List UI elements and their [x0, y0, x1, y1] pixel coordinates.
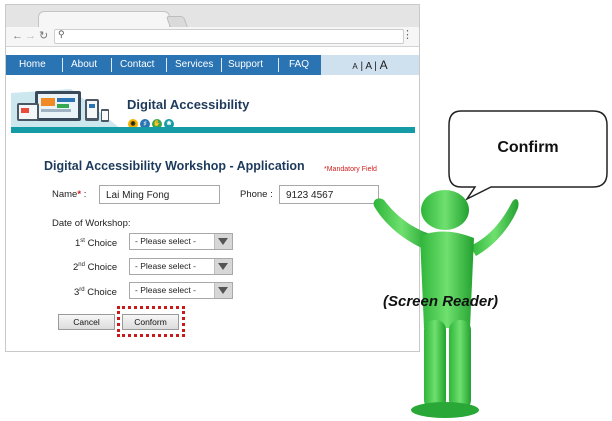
second-choice-value: - Please select - — [135, 261, 196, 271]
nav-faq[interactable]: FAQ — [289, 55, 309, 75]
phone-label: Phone : — [240, 189, 273, 200]
first-choice-value: - Please select - — [135, 236, 196, 246]
name-colon: : — [83, 189, 87, 200]
forward-arrow-icon[interactable]: → — [25, 29, 36, 43]
nav-divider — [166, 58, 167, 72]
site-header: Digital Accessibility ◉ ♯ ✋ ❀ — [11, 85, 415, 137]
nav-home[interactable]: Home — [19, 55, 46, 75]
font-size-small[interactable]: A — [352, 62, 357, 71]
cancel-button[interactable]: Cancel — [58, 314, 115, 330]
browser-tab[interactable] — [38, 11, 170, 28]
choice-ordinal: nd — [78, 262, 85, 268]
name-label-text: Name — [52, 189, 78, 200]
kebab-menu-icon[interactable]: ⋮ — [402, 28, 413, 41]
second-choice-select[interactable]: - Please select - — [129, 258, 233, 275]
font-size-medium[interactable]: A — [365, 61, 371, 72]
search-icon: ⚲ — [58, 29, 65, 39]
name-label: Name* : — [52, 189, 86, 200]
first-choice-select[interactable]: - Please select - — [129, 233, 233, 250]
nav-divider — [278, 58, 279, 72]
header-band — [11, 127, 415, 133]
name-field[interactable]: Lai Ming Fong — [99, 185, 220, 204]
third-choice-select[interactable]: - Please select - — [129, 282, 233, 299]
second-choice-label: 2nd Choice — [73, 262, 117, 273]
nav-divider — [221, 58, 222, 72]
date-of-workshop-label: Date of Workshop: — [52, 218, 131, 229]
choice-word: Choice — [84, 262, 118, 274]
site-title: Digital Accessibility — [127, 97, 250, 112]
speech-text: Confirm — [497, 139, 559, 156]
nav-support[interactable]: Support — [228, 55, 263, 75]
phone-field[interactable]: 9123 4567 — [279, 185, 379, 204]
mandatory-note: *Mandatory Field — [324, 166, 377, 173]
nav-services[interactable]: Services — [175, 55, 213, 75]
nav-divider — [111, 58, 112, 72]
back-arrow-icon[interactable]: ← — [12, 29, 23, 43]
screen-reader-caption: (Screen Reader) — [383, 293, 499, 310]
address-bar[interactable]: ⚲ — [54, 29, 404, 44]
confirm-button[interactable]: Conform — [122, 314, 179, 330]
main-nav: Home About Contact Services Support FAQ … — [6, 55, 419, 75]
nav-contact[interactable]: Contact — [120, 55, 154, 75]
form-title: Digital Accessibility Workshop - Applica… — [44, 159, 305, 173]
browser-toolbar: ← → ↻ ⚲ ⋮ — [6, 27, 419, 47]
reload-icon[interactable]: ↻ — [39, 29, 48, 43]
choice-word: Choice — [84, 238, 118, 250]
third-choice-label: 3rd Choice — [74, 287, 117, 298]
tab-bar — [6, 5, 419, 28]
first-choice-label: 1st Choice — [75, 238, 117, 249]
choice-word: Choice — [84, 287, 117, 299]
third-choice-value: - Please select - — [135, 285, 196, 295]
chevron-down-icon[interactable] — [214, 234, 232, 249]
chevron-down-icon[interactable] — [214, 283, 232, 298]
nav-divider — [62, 58, 63, 72]
required-asterisk: * — [77, 189, 82, 200]
browser-window: ← → ↻ ⚲ ⋮ Home About Contact Services Su… — [5, 4, 420, 352]
chevron-down-icon[interactable] — [214, 259, 232, 274]
nav-about[interactable]: About — [71, 55, 97, 75]
font-size-switcher: A | A | A — [321, 55, 419, 75]
font-size-large[interactable]: A — [380, 58, 388, 72]
